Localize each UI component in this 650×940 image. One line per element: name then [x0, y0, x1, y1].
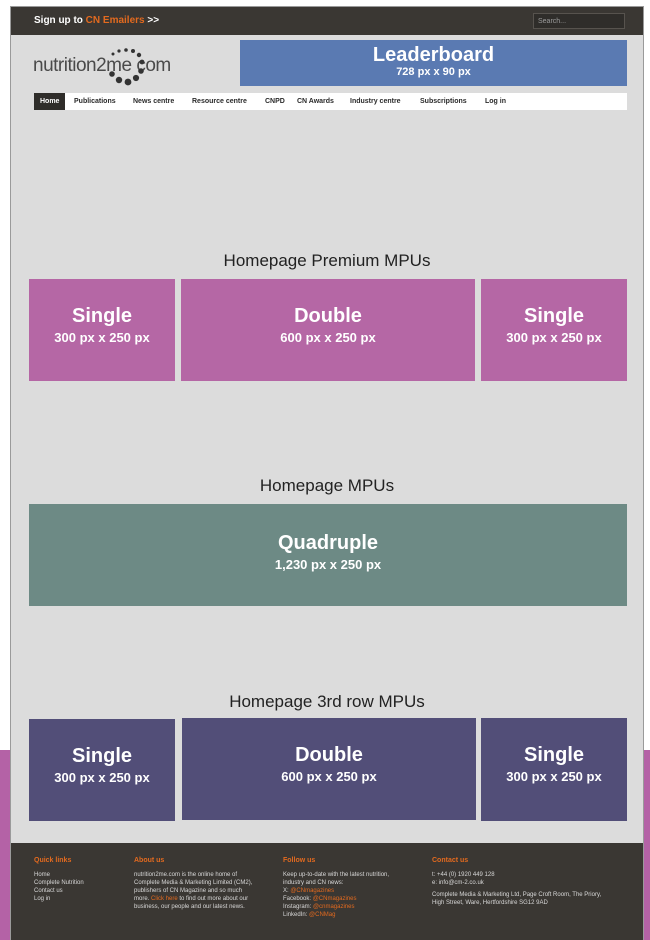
third-row-single-left-ad[interactable]: Single 300 px x 250 px	[29, 719, 175, 821]
signup-accent: CN Emailers	[85, 15, 145, 26]
premium-single-left-ad[interactable]: Single 300 px x 250 px	[29, 279, 175, 381]
about-text-line: publishers of CN Magazine and so much	[134, 888, 243, 894]
nav-item-cnpd[interactable]: CNPD	[265, 93, 285, 110]
footer-follow: Follow us Keep up-to-date with the lates…	[283, 857, 423, 919]
linkedin-link[interactable]: @CNMag	[309, 912, 335, 918]
nav-item-log-in[interactable]: Log in	[485, 93, 506, 110]
ad-size: 300 px x 250 px	[54, 330, 150, 345]
footer-link-contact-us[interactable]: Contact us	[34, 887, 124, 895]
footer-link-log-in[interactable]: Log in	[34, 895, 124, 903]
about-text: to find out more about our	[179, 896, 249, 902]
ad-size: 300 px x 250 px	[506, 330, 602, 345]
ad-title: Double	[295, 744, 363, 766]
logo[interactable]: nutrition2me com	[33, 45, 183, 91]
about-text-line: Complete Media & Marketing Limited (CM2)…	[134, 880, 253, 886]
nav-item-home[interactable]: Home	[34, 93, 66, 110]
footer-heading: Follow us	[283, 857, 316, 864]
social-x: X: @CNmagazines	[283, 887, 423, 895]
nav-item-publications[interactable]: Publications	[74, 93, 116, 110]
follow-text-line: Keep up-to-date with the latest nutritio…	[283, 872, 390, 878]
about-text-line: nutrition2me.com is the online home of	[134, 872, 238, 878]
ad-size: 728 px x 90 px	[396, 66, 471, 78]
ad-size: 600 px x 250 px	[281, 769, 377, 784]
contact-email[interactable]: e: info@cm-2.co.uk	[432, 879, 637, 887]
x-link[interactable]: @CNmagazines	[290, 888, 334, 894]
page-frame: Sign up to CN Emailers >> Search... nutr…	[11, 7, 643, 940]
quadruple-ad[interactable]: Quadruple 1,230 px x 250 px	[29, 504, 627, 606]
footer-heading: Quick links	[34, 857, 72, 864]
premium-single-right-ad[interactable]: Single 300 px x 250 px	[481, 279, 627, 381]
social-label: Facebook:	[283, 896, 312, 902]
nav-item-cn-awards[interactable]: CN Awards	[297, 93, 334, 110]
main-nav: Home Publications News centre Resource c…	[34, 93, 627, 110]
signup-prefix: Sign up to	[34, 15, 83, 26]
footer-heading: Contact us	[432, 857, 469, 864]
signup-arrows: >>	[147, 15, 160, 26]
footer-link-home[interactable]: Home	[34, 871, 124, 879]
about-text-line: business, our people and our latest news…	[134, 904, 245, 910]
about-text: more.	[134, 896, 150, 902]
click-here-link[interactable]: Click here	[151, 896, 178, 902]
logo-dots-icon	[109, 48, 145, 86]
social-instagram: Instagram: @cnmagazines	[283, 903, 423, 911]
top-bar: Sign up to CN Emailers >> Search...	[11, 7, 643, 35]
ad-size: 600 px x 250 px	[280, 330, 376, 345]
footer: Quick links Home Complete Nutrition Cont…	[11, 843, 643, 940]
contact-address: Complete Media & Marketing Ltd, Page Cro…	[432, 892, 602, 898]
social-label: X:	[283, 888, 289, 894]
ad-title: Leaderboard	[372, 44, 495, 66]
ad-title: Quadruple	[277, 532, 378, 554]
nav-item-resource-centre[interactable]: Resource centre	[192, 93, 247, 110]
ad-size: 300 px x 250 px	[506, 769, 602, 784]
social-label: LinkedIn:	[283, 912, 308, 918]
ad-title: Single	[523, 744, 584, 766]
contact-address: High Street, Ware, Hertfordshire SG12 9A…	[432, 900, 548, 906]
ad-title: Single	[71, 745, 132, 767]
about-text-line: more. Click here to find out more about …	[134, 895, 274, 903]
social-label: Instagram:	[283, 904, 312, 910]
follow-text-line: industry and CN news:	[283, 880, 344, 886]
nav-item-industry-centre[interactable]: Industry centre	[350, 93, 401, 110]
footer-about: About us nutrition2me.com is the online …	[134, 857, 274, 911]
ad-size: 1,230 px x 250 px	[274, 557, 382, 572]
ad-title: Double	[294, 305, 362, 327]
footer-heading: About us	[134, 857, 165, 864]
third-row-single-right-ad[interactable]: Single 300 px x 250 px	[481, 718, 627, 821]
ad-size: 300 px x 250 px	[54, 770, 150, 785]
nav-item-subscriptions[interactable]: Subscriptions	[420, 93, 467, 110]
homepage-mpus-title: Homepage MPUs	[259, 476, 395, 495]
ad-title: Single	[523, 305, 584, 327]
leaderboard-ad[interactable]: Leaderboard 728 px x 90 px	[240, 40, 627, 86]
ad-title: Single	[71, 305, 132, 327]
contact-phone: t: +44 (0) 1920 449 128	[432, 872, 495, 878]
third-row-mpus-title: Homepage 3rd row MPUs	[229, 692, 425, 711]
premium-double-ad[interactable]: Double 600 px x 250 px	[181, 279, 475, 381]
facebook-link[interactable]: @CNmagazines	[313, 896, 357, 902]
footer-link-complete-nutrition[interactable]: Complete Nutrition	[34, 879, 124, 887]
premium-mpus-title: Homepage Premium MPUs	[223, 251, 431, 270]
social-linkedin: LinkedIn: @CNMag	[283, 911, 423, 919]
signup-link[interactable]: Sign up to CN Emailers >>	[34, 15, 159, 26]
instagram-link[interactable]: @cnmagazines	[313, 904, 354, 910]
footer-quick-links: Quick links Home Complete Nutrition Cont…	[34, 857, 124, 903]
nav-item-news-centre[interactable]: News centre	[133, 93, 174, 110]
third-row-double-ad[interactable]: Double 600 px x 250 px	[182, 718, 476, 820]
search-input[interactable]: Search...	[533, 13, 625, 29]
footer-contact: Contact us t: +44 (0) 1920 449 128 e: in…	[432, 857, 637, 907]
social-facebook: Facebook: @CNmagazines	[283, 895, 423, 903]
